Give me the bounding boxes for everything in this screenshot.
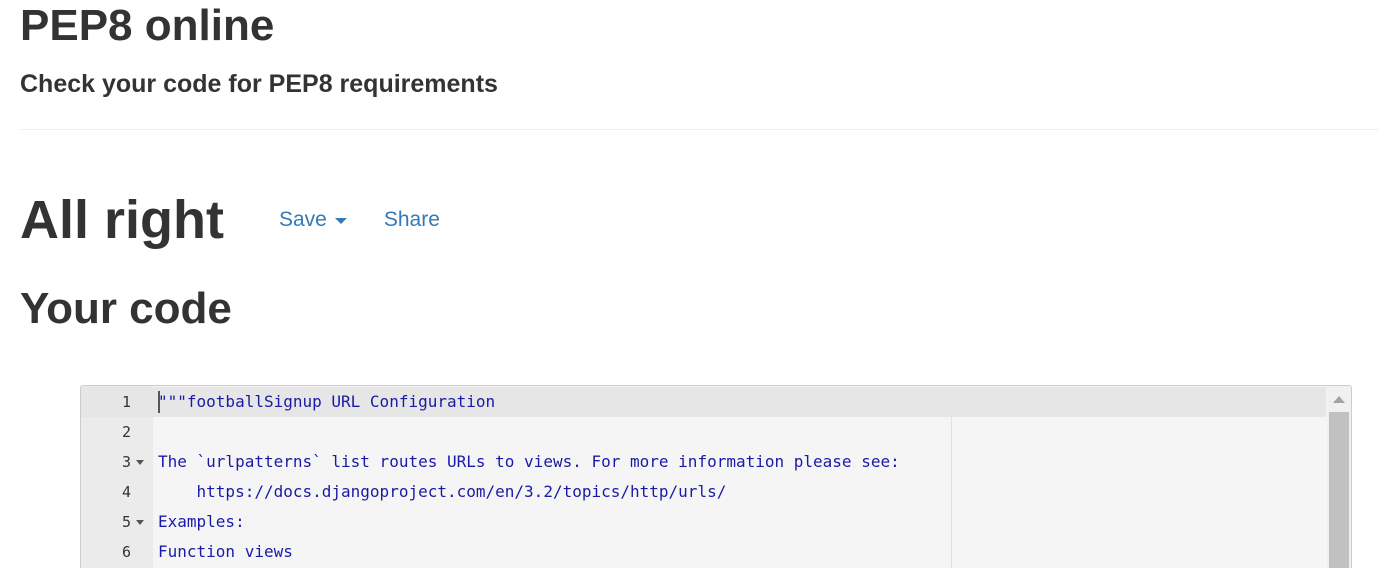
- code-line[interactable]: 5 Examples:: [81, 507, 1326, 537]
- code-line[interactable]: 4 https://docs.djangoproject.com/en/3.2/…: [81, 477, 1326, 507]
- fold-arrow-icon[interactable]: [136, 520, 144, 525]
- line-number: 2: [121, 423, 131, 441]
- save-label: Save: [278, 208, 327, 231]
- page: PEP8 online Check your code for PEP8 req…: [0, 0, 1378, 568]
- line-number: 3: [121, 453, 131, 471]
- code-heading: Your code: [20, 284, 232, 333]
- line-text: https://docs.djangoproject.com/en/3.2/to…: [158, 482, 727, 501]
- site-subtitle: Check your code for PEP8 requirements: [20, 70, 498, 98]
- vertical-scrollbar[interactable]: [1327, 386, 1351, 568]
- save-dropdown-button[interactable]: Save: [279, 208, 347, 232]
- line-number: 5: [121, 513, 131, 531]
- line-text: Examples:: [158, 512, 245, 531]
- scrollbar-thumb[interactable]: [1329, 412, 1349, 568]
- header-divider: [20, 129, 1378, 130]
- code-line[interactable]: 2: [81, 417, 1326, 447]
- caret-down-icon: [334, 218, 347, 224]
- line-number: 6: [121, 543, 131, 561]
- share-link[interactable]: Share: [384, 208, 440, 232]
- line-number: 4: [121, 483, 131, 501]
- line-number: 1: [121, 393, 131, 411]
- code-editor[interactable]: 1 """footballSignup URL Configuration 2 …: [80, 385, 1352, 568]
- code-line[interactable]: 6 Function views: [81, 537, 1326, 567]
- code-line[interactable]: 3 The `urlpatterns` list routes URLs to …: [81, 447, 1326, 477]
- result-row: All right Save Share: [20, 188, 440, 252]
- line-text: """footballSignup URL Configuration: [158, 392, 496, 411]
- site-title: PEP8 online: [20, 1, 275, 50]
- result-title: All right: [20, 190, 224, 250]
- line-text: Function views: [158, 542, 293, 561]
- code-line[interactable]: 1 """footballSignup URL Configuration: [81, 387, 1326, 417]
- fold-arrow-icon[interactable]: [136, 460, 144, 465]
- line-text: The `urlpatterns` list routes URLs to vi…: [158, 452, 900, 471]
- scroll-up-arrow-icon[interactable]: [1333, 396, 1345, 403]
